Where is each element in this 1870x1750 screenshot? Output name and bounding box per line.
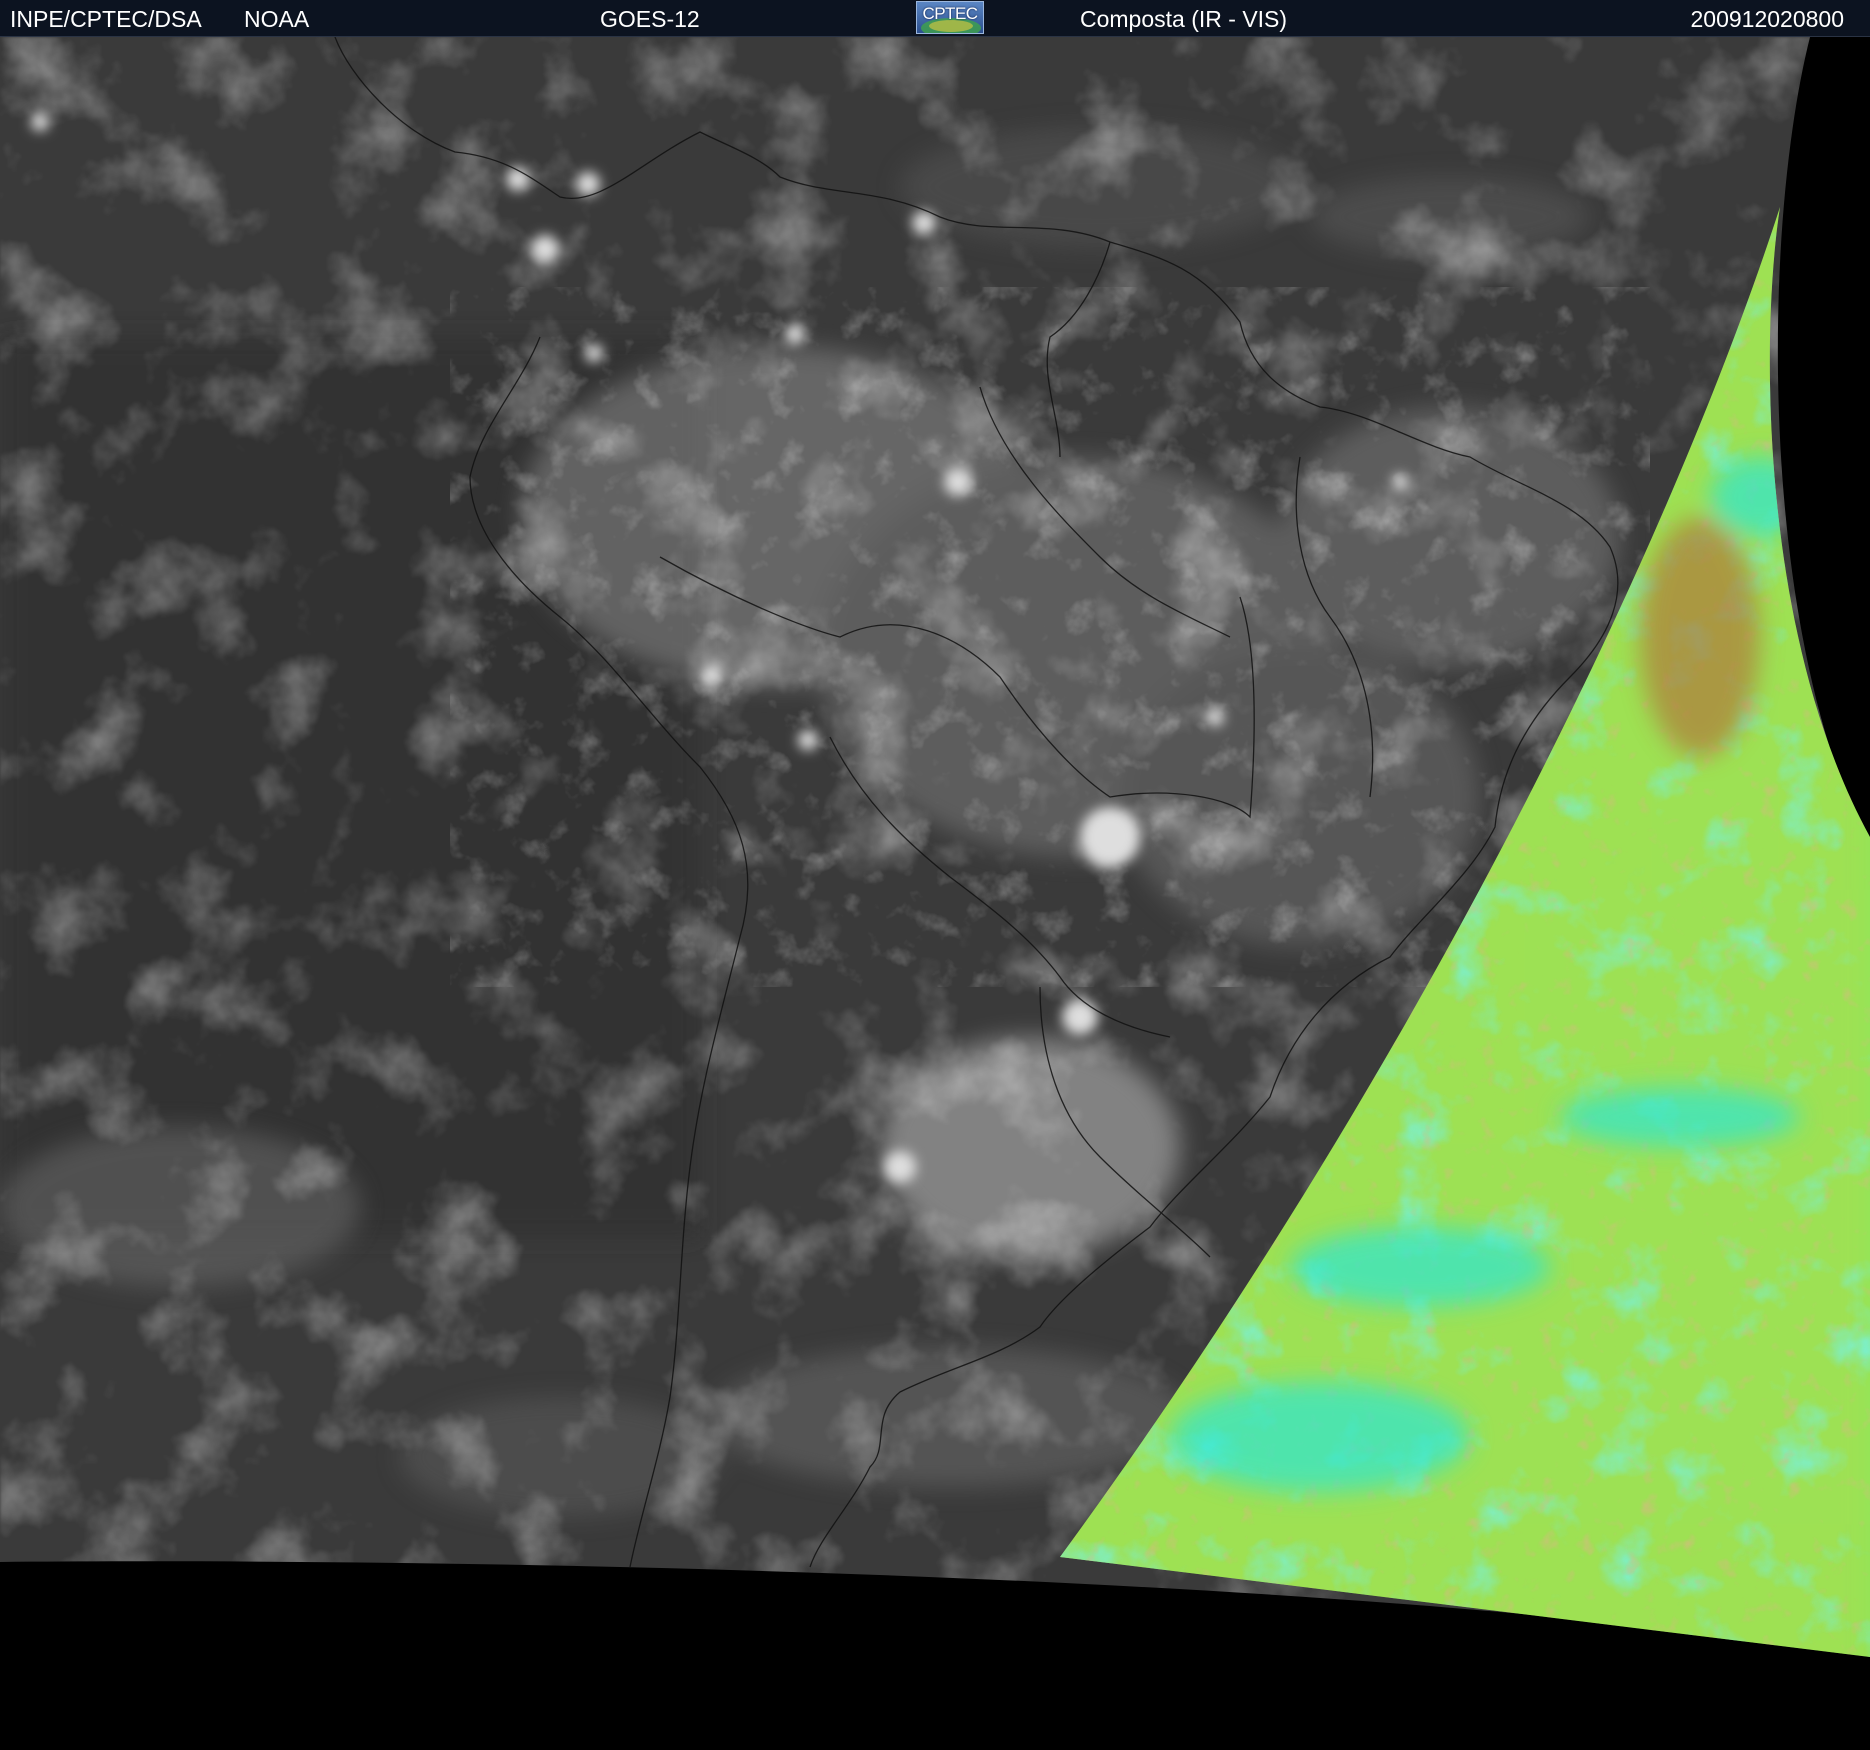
organization-label: INPE/CPTEC/DSA — [10, 6, 202, 32]
product-label: Composta (IR - VIS) — [1080, 6, 1288, 32]
cptec-logo: CPTEC — [916, 1, 984, 34]
agency-label: NOAA — [244, 6, 310, 32]
image-header: INPE/CPTEC/DSA NOAA GOES-12 CPTEC Compos… — [0, 0, 1870, 37]
satellite-image — [0, 37, 1870, 1750]
cptec-logo-text: CPTEC — [922, 4, 978, 23]
satellite-label: GOES-12 — [600, 6, 700, 32]
timestamp-label: 200912020800 — [1690, 6, 1845, 32]
